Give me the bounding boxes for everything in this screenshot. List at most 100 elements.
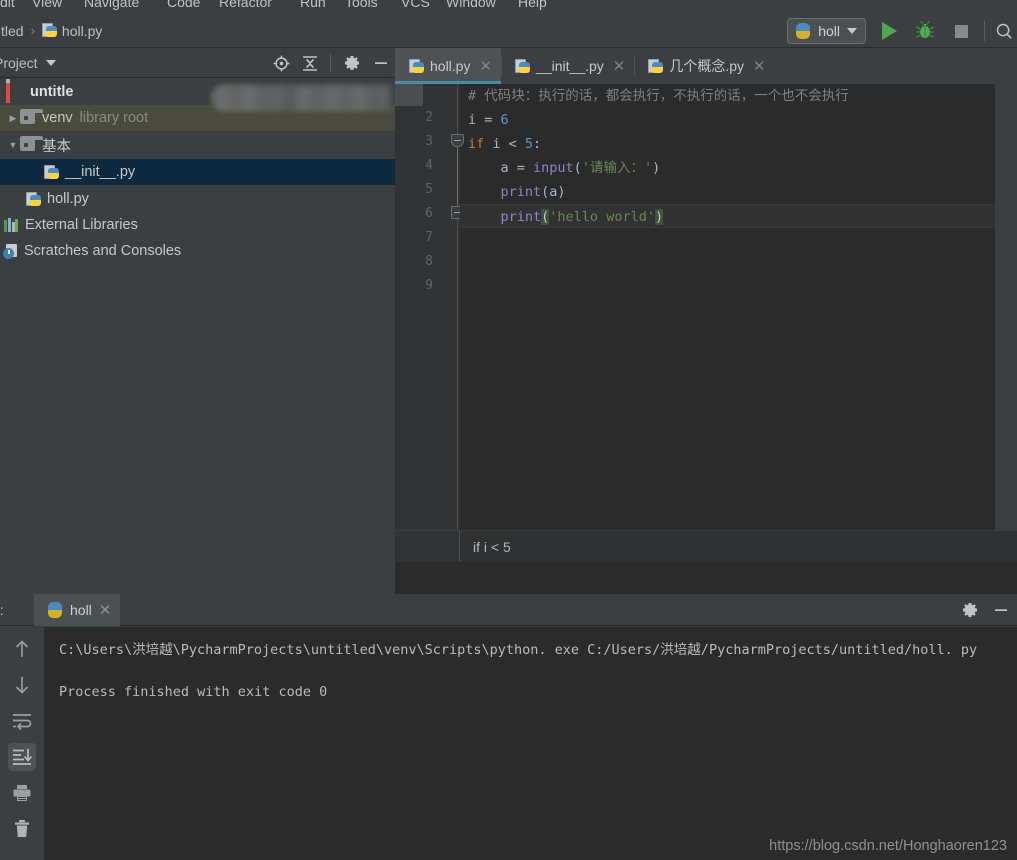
code-token: input (533, 160, 574, 176)
line-number: 5 (425, 182, 433, 197)
editor-tab-holl-py[interactable]: holl.py ✕ (395, 48, 502, 84)
toolbar-divider (330, 54, 331, 72)
project-panel-tools (273, 48, 389, 78)
run-tab-label: holl (70, 601, 92, 618)
menu-item-navigate[interactable]: Navigate (84, 0, 139, 10)
editor-scrollbar[interactable] (995, 84, 1017, 562)
folder-icon (20, 109, 43, 124)
minimize-icon[interactable] (993, 602, 1009, 618)
line-number-gutter: 2 3 4 5 6 7 8 9 (395, 84, 464, 562)
close-icon[interactable]: ✕ (613, 57, 626, 75)
arrow-up-button[interactable] (8, 635, 36, 663)
print-button[interactable] (8, 779, 36, 807)
menu-item-run[interactable]: Run (300, 0, 326, 10)
tree-item-external-libraries[interactable]: External Libraries (0, 212, 395, 238)
line-number: 8 (425, 254, 433, 269)
editor-breadcrumb-bar: if i < 5 (395, 530, 1017, 562)
project-panel-title[interactable]: Project (0, 55, 38, 71)
menu-item-window[interactable]: Window (446, 0, 496, 10)
expand-arrow-icon[interactable]: ▶ (6, 113, 20, 124)
trash-button[interactable] (8, 815, 36, 843)
code-token: i = (468, 112, 501, 128)
locate-target-icon[interactable] (273, 55, 290, 72)
run-configuration-selector[interactable]: holl (787, 18, 866, 44)
breadcrumb-project[interactable]: titled (0, 23, 24, 39)
editor-tab-label: __init__.py (536, 58, 604, 74)
stop-button[interactable] (948, 18, 974, 44)
tree-item-scratches-consoles[interactable]: Scratches and Consoles (0, 238, 395, 264)
menu-item-tools[interactable]: Tools (345, 0, 378, 10)
breadcrumb-file[interactable]: holl.py (41, 23, 102, 39)
editor-tab-jigegainian-py[interactable]: 几个概念.py ✕ (634, 48, 775, 84)
code-token: 6 (500, 112, 509, 128)
close-icon[interactable]: ✕ (753, 57, 766, 75)
menu-item-code[interactable]: Code (167, 0, 200, 10)
collapse-arrow-icon[interactable]: ▼ (6, 140, 20, 150)
gear-icon[interactable] (961, 601, 979, 619)
code-token: 'hello world' (549, 209, 655, 225)
tree-label-venv: venv (42, 110, 73, 126)
libraries-icon (4, 218, 18, 232)
debug-button[interactable] (912, 18, 938, 44)
arrow-down-button[interactable] (8, 671, 36, 699)
code-token: ( (573, 160, 582, 176)
tree-suffix-venv: library root (79, 110, 149, 126)
code-line-1: # 代码块：执行的话，都会执行，不执行的话，一个也不会执行 (468, 84, 849, 108)
code-line-4: a = input('请输入：') (468, 156, 661, 180)
watermark-url: https://blog.csdn.net/Honghaoren123 (769, 838, 1007, 854)
console-output[interactable]: C:\Users\洪培越\PycharmProjects\untitled\ve… (45, 627, 1017, 860)
editor-tab-init-py[interactable]: __init__.py ✕ (501, 48, 635, 84)
minimize-icon[interactable] (373, 55, 389, 71)
code-token: : (533, 136, 542, 152)
tree-item-jiben-folder[interactable]: ▼ 基本 (0, 132, 395, 158)
close-icon[interactable]: ✕ (99, 601, 112, 619)
breadcrumb-separator: › (30, 23, 35, 38)
code-editor[interactable]: 2 3 4 5 6 7 8 9 # 代码块：执行的话，都会执行，不执行的话，一个… (395, 84, 1017, 562)
chevron-down-icon (847, 28, 857, 34)
scroll-to-end-button[interactable] (8, 743, 36, 771)
collapse-all-icon[interactable] (302, 55, 318, 72)
editor-area: holl.py ✕ __init__.py ✕ 几个概念.py ✕ 2 3 4 … (395, 48, 1017, 594)
menu-item-vcs[interactable]: VCS (401, 0, 430, 10)
arrow-up-icon (15, 640, 29, 657)
line-number: 4 (425, 158, 433, 173)
python-file-icon (515, 58, 531, 74)
chevron-down-icon[interactable] (45, 59, 56, 66)
python-file-icon (648, 58, 664, 74)
menu-item-help[interactable]: Help (518, 0, 547, 10)
tree-label-init-py: __init__.py (65, 164, 136, 180)
run-panel-tools (961, 594, 1009, 626)
run-configuration-label: holl (818, 23, 840, 39)
menu-item-refactor[interactable]: Refactor (219, 0, 272, 10)
python-file-icon (41, 23, 57, 38)
tree-item-init-py[interactable]: __init__.py (0, 159, 395, 185)
search-button[interactable] (995, 18, 1013, 44)
line-number: 6 (425, 206, 433, 221)
code-text[interactable]: # 代码块：执行的话，都会执行，不执行的话，一个也不会执行 i = 6 if i… (460, 84, 1017, 562)
soft-wrap-button[interactable] (8, 707, 36, 735)
tree-label-scratches-consoles: Scratches and Consoles (24, 243, 182, 259)
tree-item-holl-py[interactable]: holl.py (0, 186, 395, 212)
tree-item-project-root[interactable]: untitle (0, 79, 395, 105)
code-token: print (500, 184, 542, 200)
run-triangle-icon (881, 22, 897, 40)
menu-item-view[interactable]: View (32, 0, 62, 10)
run-button[interactable] (876, 18, 902, 44)
run-tab-holl[interactable]: holl ✕ (34, 593, 121, 626)
gear-icon[interactable] (343, 54, 361, 72)
close-icon[interactable]: ✕ (479, 57, 492, 75)
console-line-command: C:\Users\洪培越\PycharmProjects\untitled\ve… (59, 642, 978, 658)
editor-breadcrumb-label[interactable]: if i < 5 (473, 539, 511, 555)
code-token: (a) (541, 184, 566, 200)
code-line-5: print(a) (468, 180, 566, 204)
tree-item-venv[interactable]: ▶ venv library root (0, 105, 395, 131)
menu-item-edit[interactable]: dit (0, 0, 15, 10)
python-logo-icon (47, 601, 63, 618)
code-token: print (500, 209, 542, 225)
gutter-highlight (395, 84, 423, 106)
arrow-down-icon (15, 677, 29, 694)
toolbar-divider (984, 21, 985, 41)
code-token: i < (484, 136, 525, 152)
